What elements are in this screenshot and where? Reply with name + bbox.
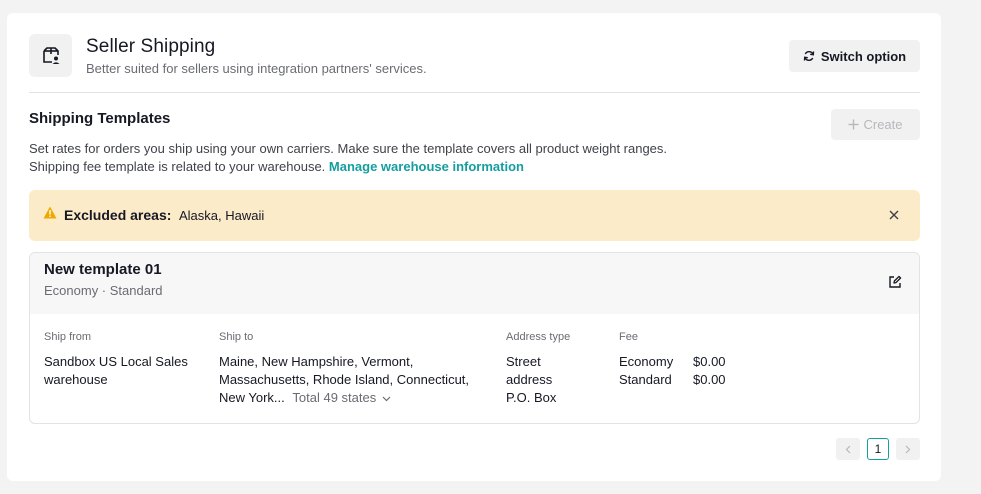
warning-icon <box>43 206 57 219</box>
refresh-icon <box>803 51 815 61</box>
total-states-label: Total 49 states <box>292 390 377 405</box>
ship-to-line: New York... Total 49 states <box>219 389 469 407</box>
templates-description: Set rates for orders you ship using your… <box>29 141 668 156</box>
address-type-line: address <box>506 372 553 387</box>
page-title: Seller Shipping <box>86 36 216 57</box>
shipping-template-card: New template 01 Economy · Standard Ship … <box>29 252 920 424</box>
ship-from-value: Sandbox US Local Sales warehouse <box>44 353 188 389</box>
template-header: New template 01 Economy · Standard <box>30 253 919 314</box>
warehouse-note-text: Shipping fee template is related to your… <box>29 159 326 174</box>
page-subtitle: Better suited for sellers using integrat… <box>86 61 427 76</box>
pagination-prev-button[interactable] <box>836 438 860 460</box>
fee-amounts: $0.00 $0.00 <box>693 353 726 389</box>
close-icon[interactable] <box>887 208 901 222</box>
chevron-right-icon <box>905 445 911 453</box>
ship-to-line: Maine, New Hampshire, Vermont, <box>219 354 414 369</box>
address-type-line: Street <box>506 354 541 369</box>
edit-icon[interactable] <box>888 275 902 289</box>
plus-icon <box>848 119 859 130</box>
fee-amount: $0.00 <box>693 372 726 387</box>
fee-name: Standard <box>619 372 672 387</box>
ship-to-truncated: New York... <box>219 390 285 405</box>
template-name: New template 01 <box>44 261 162 278</box>
excluded-areas-alert: Excluded areas: Alaska, Hawaii <box>29 190 920 241</box>
warehouse-note: Shipping fee template is related to your… <box>29 159 524 174</box>
fee-names: Economy Standard <box>619 353 673 389</box>
create-template-button[interactable]: Create <box>831 109 920 140</box>
total-states-toggle[interactable]: Total 49 states <box>292 390 391 405</box>
shipping-box-user-icon <box>29 34 72 77</box>
ship-from-line: Sandbox US Local Sales <box>44 354 188 369</box>
fee-name: Economy <box>619 354 674 369</box>
pagination-next-button[interactable] <box>896 438 920 460</box>
chevron-down-icon <box>382 396 391 402</box>
excluded-areas-label: Excluded areas: <box>64 207 172 223</box>
header-divider <box>29 92 920 93</box>
create-label: Create <box>863 117 903 132</box>
pagination-page-current[interactable]: 1 <box>867 438 889 460</box>
ship-to-value: Maine, New Hampshire, Vermont, Massachus… <box>219 353 469 407</box>
switch-option-label: Switch option <box>820 48 907 64</box>
address-type-value: Street address P.O. Box <box>506 353 556 407</box>
fee-amount: $0.00 <box>693 354 726 369</box>
seller-shipping-card: Seller Shipping Better suited for seller… <box>7 13 941 481</box>
ship-from-header: Ship from <box>44 331 92 343</box>
address-type-line: P.O. Box <box>506 390 557 405</box>
manage-warehouse-link[interactable]: Manage warehouse information <box>329 159 524 174</box>
template-delivery-options: Economy · Standard <box>44 283 163 298</box>
ship-from-line: warehouse <box>44 372 108 387</box>
shipping-templates-title: Shipping Templates <box>29 110 171 127</box>
address-type-header: Address type <box>506 331 571 343</box>
ship-to-header: Ship to <box>219 331 254 343</box>
excluded-areas-value: Alaska, Hawaii <box>179 208 265 223</box>
chevron-left-icon <box>845 445 851 453</box>
switch-option-button[interactable]: Switch option <box>789 40 920 72</box>
ship-to-line: Massachusetts, Rhode Island, Connecticut… <box>219 372 470 387</box>
fee-header: Fee <box>619 331 638 343</box>
